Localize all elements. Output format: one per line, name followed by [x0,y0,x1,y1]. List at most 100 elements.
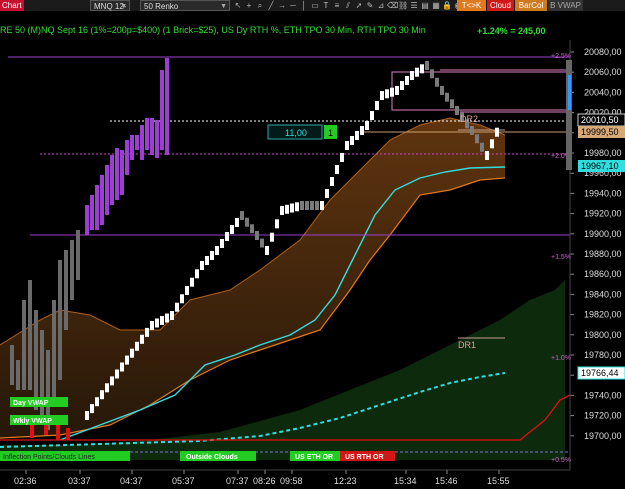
renko-brick [125,355,129,365]
renko-brick [180,294,184,304]
crosshair-icon[interactable]: + [244,0,254,11]
renko-brick [470,126,474,135]
price-tick-label: 19920,00 [584,209,622,219]
text-tool-icon[interactable]: T [321,0,331,11]
rect-tool-icon[interactable]: ▭ [310,0,320,11]
renko-brick [340,153,344,162]
renko-brick [335,165,339,174]
cyan-price-text: 19967,10 [581,161,619,171]
renko-brick [435,77,439,87]
purple-brick [165,58,169,155]
renko-brick [490,139,494,149]
renko-brick [205,256,209,265]
renko-brick [480,142,484,152]
renko-brick [285,204,289,214]
price-range-marker [568,75,571,110]
renko-brick [355,131,359,140]
count-box-text: 1 [328,128,333,138]
renko-brick [345,141,349,150]
purple-brick [150,118,154,155]
channel-tool-icon[interactable]: ⫽ [343,0,353,11]
renko-brick [360,126,364,135]
pct-label-2-5: +2.5% [551,53,571,60]
ray-tool-icon[interactable]: → [277,0,287,11]
renko-brick [450,99,454,109]
purple-brick [85,205,89,235]
outside-clouds-text: Outside Clouds [186,454,238,461]
renko-brick [305,201,309,210]
chart-title-tab[interactable]: Chart [0,0,24,11]
renko-brick [145,327,149,337]
price-tick-label: 19800,00 [584,330,622,340]
renko-brick [485,151,489,160]
price-tick-label: 19820,00 [584,310,622,320]
bvwap-toggle-button[interactable]: B VWAP [548,0,583,11]
pct-label-1-5: +1.5% [551,254,571,261]
purple-brick [140,125,144,160]
inflection-text: Inflection Points/Clouds Lines [3,454,95,461]
time-tick-label: 03:37 [68,476,91,486]
renko-brick [90,404,94,414]
price-tick-label: 19860,00 [584,269,622,279]
renko-brick [215,246,219,255]
purple-brick [90,195,94,230]
zoom-icon[interactable]: ⌕ [255,0,265,11]
properties-icon[interactable]: ☰ [409,0,419,11]
template-icon[interactable]: ▤ [420,0,430,11]
renko-brick [190,277,194,287]
period-selector[interactable]: 50 Renko ▼ [140,0,230,11]
renko-brick [200,261,204,270]
renko-brick [300,201,304,210]
vline-tool-icon[interactable]: │ [299,0,309,11]
dr1-label: DR1 [458,340,476,350]
time-tick-label: 05:37 [172,476,195,486]
line-tool-icon[interactable]: ╱ [266,0,276,11]
symbol-selector[interactable]: MNQ 12-24▼ [90,0,130,22]
renko-brick [105,383,109,393]
renko-brick [255,231,259,240]
cloud-toggle-button[interactable]: Cloud [487,0,514,11]
price-tick-label: 19980,00 [584,148,622,158]
measure-tool-icon[interactable]: ⊿ [376,0,386,11]
renko-brick [410,71,414,80]
barcol-toggle-button[interactable]: BarCol [515,0,547,11]
renko-brick [280,206,284,215]
time-tick-label: 02:36 [14,476,37,486]
time-tick-label: 09:58 [280,476,303,486]
purple-brick [120,150,124,195]
arrow-tool-icon[interactable]: ➚ [354,0,364,11]
link-icon[interactable]: ⛓ [398,0,408,11]
renko-brick [120,362,124,372]
renko-brick [405,76,409,85]
purple-brick [110,155,114,205]
tk-toggle-button[interactable]: T<>K [457,0,486,11]
renko-brick [395,86,399,95]
renko-brick [270,232,274,242]
value-box-text: 11,00 [285,128,307,138]
renko-brick [135,341,139,351]
renko-brick [315,201,319,210]
brush-tool-icon[interactable]: ✎ [365,0,375,11]
chart-header-text: RE 50 (M)NQ Sept 16 (1%=200p=$400) (1 Br… [0,25,426,35]
grid-icon[interactable]: ▦ [431,0,441,11]
renko-brick [425,61,429,70]
day-vwap-text: Day VWAP [13,400,49,407]
eraser-tool-icon[interactable]: ⌫ [387,0,398,11]
purple-brick [130,135,134,160]
period-value: 50 Renko [144,2,179,11]
fib-tool-icon[interactable]: ≡ [332,0,342,11]
renko-brick [245,217,249,227]
renko-brick [420,64,424,74]
renko-brick [390,87,394,97]
renko-brick [185,286,189,295]
last-price-text: 20010,50 [581,115,619,125]
renko-chart[interactable]: 11,00 1 RE 50 (M)NQ Sept 16 (1%=200p=$40… [0,11,625,489]
draw-cursor-icon[interactable]: ↖ [233,0,243,11]
renko-brick [240,211,244,220]
renko-brick [220,239,224,248]
lock-icon[interactable]: 🔒 [442,0,452,11]
renko-brick [440,86,444,95]
hline-tool-icon[interactable]: ─ [288,0,298,11]
renko-brick [445,92,449,102]
price-tick-label: 19780,00 [584,350,622,360]
